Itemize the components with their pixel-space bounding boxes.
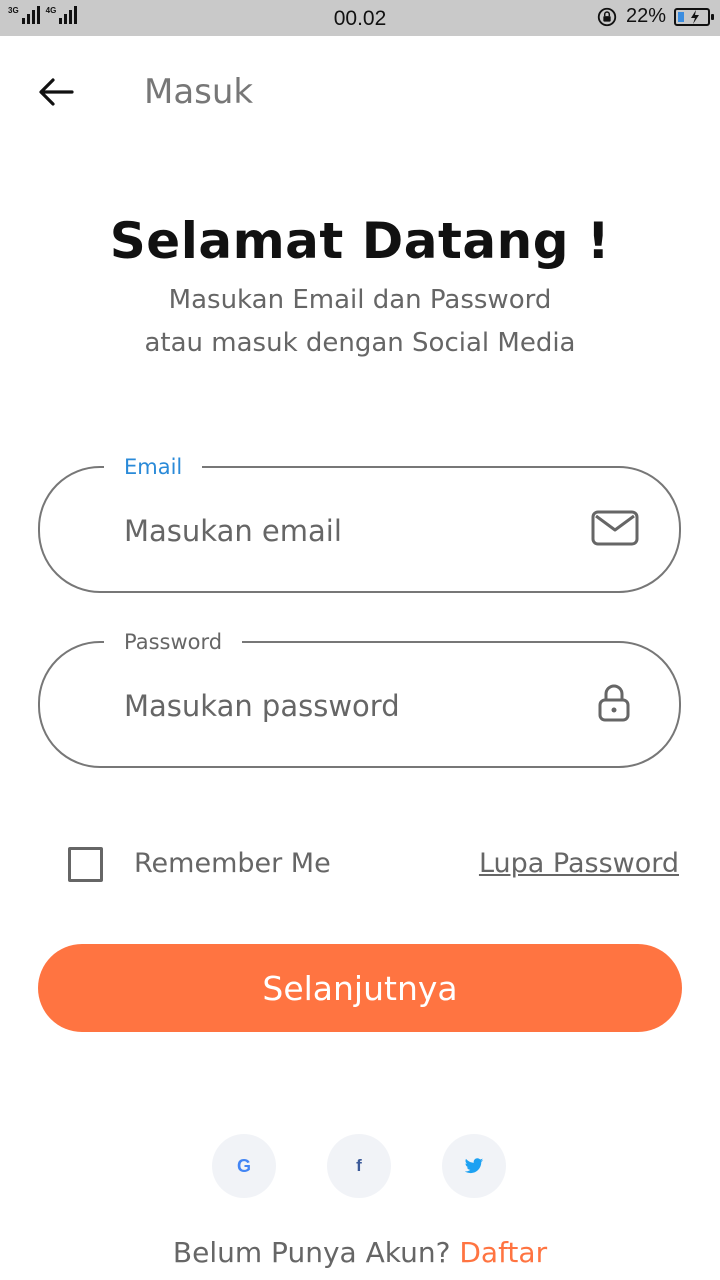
next-button[interactable]: Selanjutnya: [38, 944, 682, 1032]
password-input[interactable]: [124, 683, 564, 729]
facebook-login-button[interactable]: f: [327, 1134, 391, 1198]
remember-me-checkbox[interactable]: [68, 847, 103, 882]
welcome-subtitle-line1: Masukan Email dan Password: [168, 285, 552, 315]
password-label: Password: [104, 626, 243, 658]
welcome-subtitle-line2: atau masuk dengan Social Media: [144, 328, 576, 358]
status-bar: 3G 4G 00.02 22%: [0, 0, 720, 36]
remember-me-label: Remember Me: [134, 848, 331, 879]
battery-icon: [674, 7, 714, 26]
arrow-left-icon: [39, 78, 74, 106]
google-login-button[interactable]: G: [212, 1134, 276, 1198]
welcome-title: Selamat Datang !: [109, 212, 611, 270]
forgot-password-link[interactable]: Lupa Password: [479, 848, 679, 879]
twitter-login-button[interactable]: [442, 1134, 506, 1198]
email-input[interactable]: [124, 508, 564, 554]
battery-percent: 22%: [625, 5, 666, 27]
mail-icon: [591, 510, 639, 546]
signup-link[interactable]: Daftar: [459, 1236, 547, 1269]
back-button[interactable]: [34, 72, 78, 112]
signup-prompt-text: Belum Punya Akun?: [172, 1236, 451, 1269]
email-label: Email: [104, 451, 203, 483]
page-title: Masuk: [144, 72, 254, 112]
twitter-bird-icon: [464, 1157, 484, 1173]
password-field[interactable]: Password: [38, 626, 681, 768]
email-field[interactable]: Email: [38, 451, 681, 593]
battery-fill: [678, 11, 684, 22]
lock-icon: [598, 684, 630, 722]
facebook-icon: f: [356, 1156, 362, 1175]
status-right: 22%: [596, 5, 714, 28]
charging-bolt-icon: [691, 9, 699, 24]
rotation-lock-icon: [597, 7, 617, 26]
signup-prompt: Belum Punya Akun? Daftar: [0, 1236, 720, 1269]
google-icon: G: [236, 1155, 251, 1176]
